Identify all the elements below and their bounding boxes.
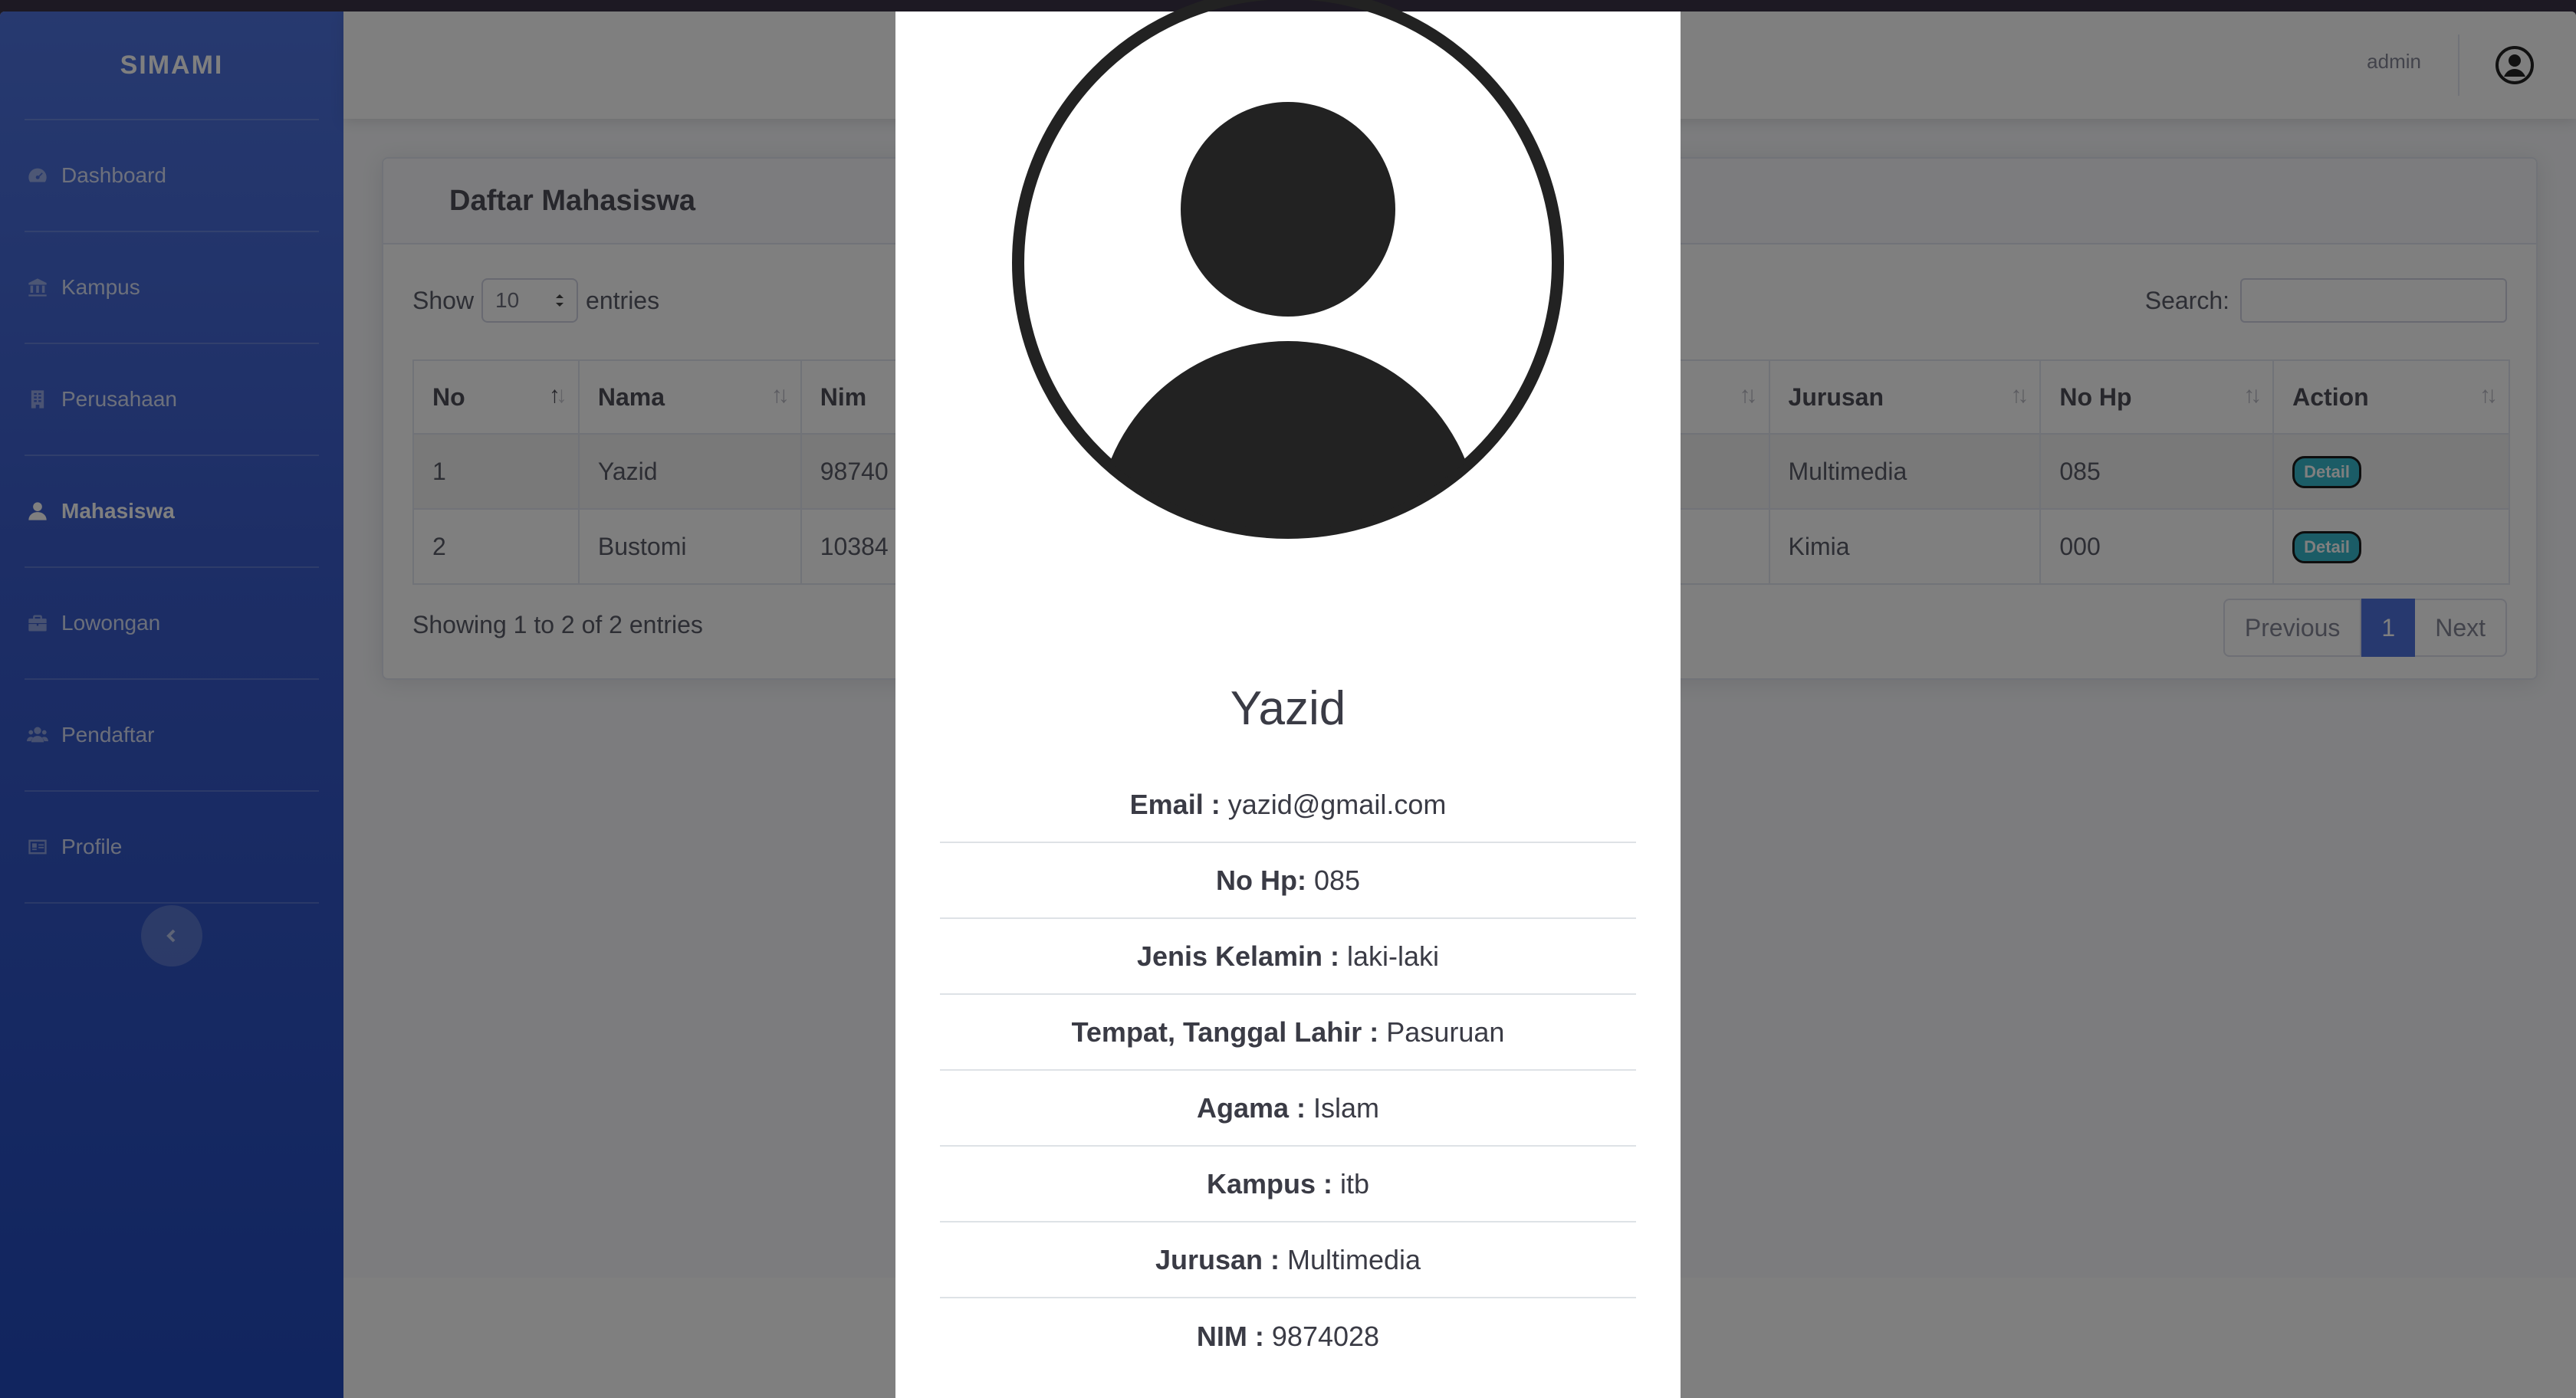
student-detail-modal: Yazid Email : yazid@gmail.com No Hp: 085 J… <box>895 0 1681 1398</box>
detail-major: Jurusan : Multimedia <box>940 1222 1636 1298</box>
modal-student-name: Yazid <box>1230 682 1346 735</box>
detail-campus: Kampus : itb <box>940 1147 1636 1222</box>
detail-gender: Jenis Kelamin : laki-laki <box>940 919 1636 995</box>
detail-phone: No Hp: 085 <box>940 843 1636 919</box>
detail-religion: Agama : Islam <box>940 1071 1636 1147</box>
detail-email: Email : yazid@gmail.com <box>940 767 1636 843</box>
student-detail-list: Email : yazid@gmail.com No Hp: 085 Jenis K… <box>940 767 1636 1374</box>
detail-nim: NIM :9874028 <box>1196 1320 1380 1352</box>
detail-birthplace: Tempat, Tanggal Lahir : Pasuruan <box>940 995 1636 1071</box>
user-circle-icon <box>1012 0 1564 539</box>
